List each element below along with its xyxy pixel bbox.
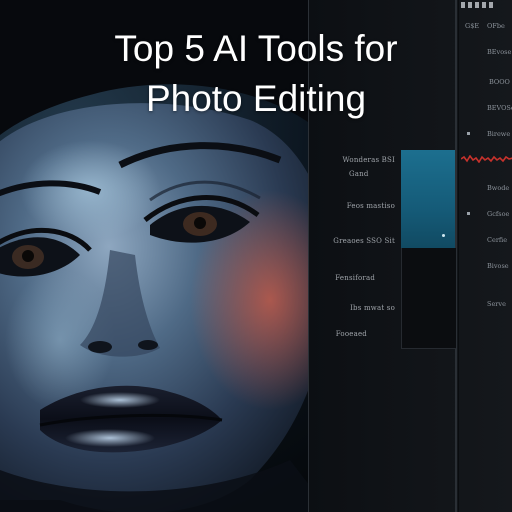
panel-label: Wonderas BSI (342, 156, 395, 164)
image-preview-dark[interactable] (401, 248, 456, 349)
tool-icon[interactable] (482, 2, 486, 8)
right-label: Birewe (487, 130, 511, 138)
tool-icon[interactable] (461, 2, 465, 8)
panel-label: Gand (349, 170, 369, 178)
waveform-graph (461, 155, 512, 163)
promo-banner: Wonderas BSI Gand Feos mastiso Greaoes S… (0, 0, 512, 512)
right-label: Gcfsoe (487, 210, 510, 218)
panel-label: Ibs mwat so (350, 304, 395, 312)
panel-label: Greaoes SSO Sit (333, 237, 395, 245)
image-preview[interactable] (401, 150, 455, 248)
toolbar-icons (461, 2, 512, 12)
right-label: Bivose (487, 262, 509, 270)
tool-icon[interactable] (489, 2, 493, 8)
right-label: Bwode (487, 184, 510, 192)
page-title: Top 5 AI Tools for Photo Editing (0, 24, 512, 124)
color-picker-handle[interactable] (442, 234, 445, 237)
panel-label: Fensiforad (335, 274, 375, 282)
tool-icon[interactable] (468, 2, 472, 8)
panel-label: Fooeaed (335, 330, 367, 338)
title-line-1: Top 5 AI Tools for (114, 28, 398, 69)
title-line-2: Photo Editing (145, 78, 367, 119)
right-label: Cerfie (487, 236, 508, 244)
bullet-icon (467, 212, 470, 215)
tool-icon[interactable] (475, 2, 479, 8)
panel-label: Feos mastiso (346, 202, 395, 210)
right-label: Serve (487, 300, 506, 308)
bullet-icon (467, 132, 470, 135)
